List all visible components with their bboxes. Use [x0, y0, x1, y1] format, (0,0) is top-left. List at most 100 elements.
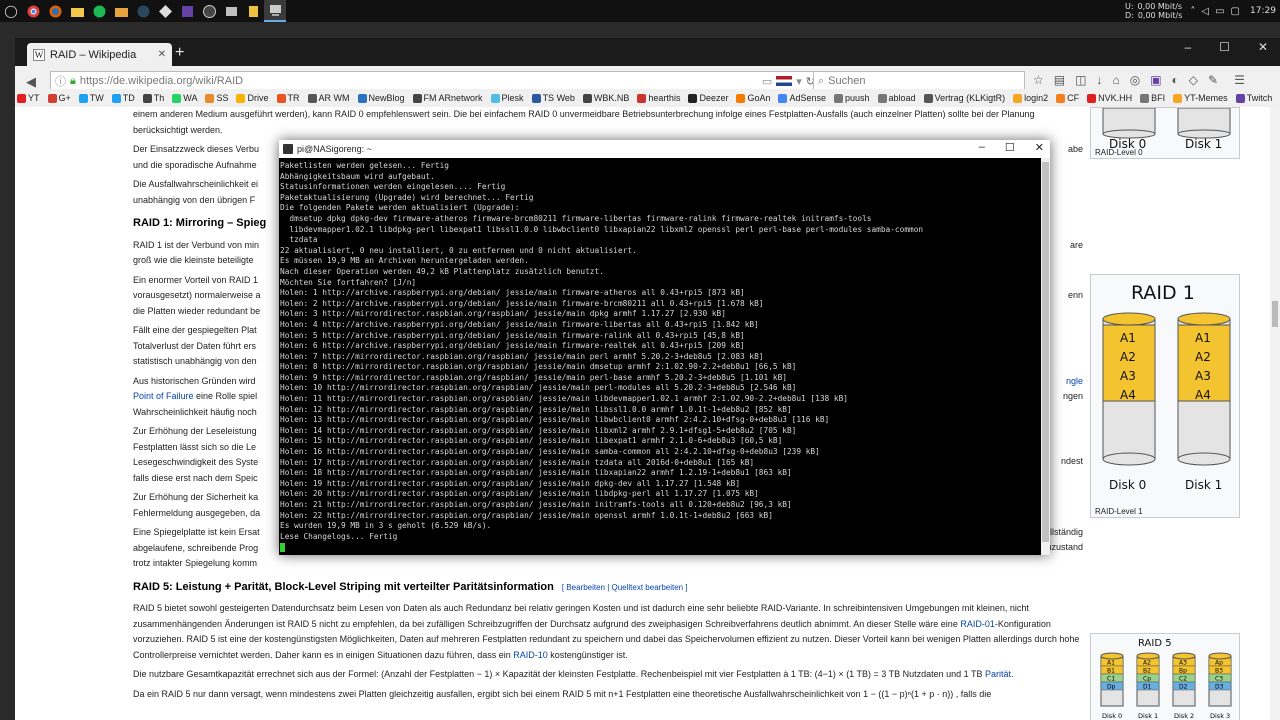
scrollbar-thumb[interactable] [1042, 162, 1049, 542]
obs-icon[interactable] [198, 0, 220, 22]
close-window-button[interactable]: ✕ [1258, 40, 1268, 54]
firefox-icon[interactable] [44, 0, 66, 22]
bookmark-item[interactable]: TS Web [531, 93, 575, 103]
bookmark-item[interactable]: Plesk [490, 93, 524, 103]
spotify-icon[interactable] [88, 0, 110, 22]
dropdown-icon[interactable]: ▾ [796, 75, 802, 88]
bookmark-item[interactable]: AdSense [778, 93, 826, 103]
raid1-figure[interactable]: RAID 1 A1 A2 A3 A4 A1 A2 A3 A4 Disk 0 Di… [1090, 274, 1240, 518]
bookmark-item[interactable]: BFI [1140, 93, 1165, 103]
bookmark-item[interactable]: NVK.HH [1087, 93, 1132, 103]
putty-icon[interactable] [264, 0, 286, 22]
maximize-button[interactable]: ☐ [1219, 40, 1230, 54]
raid0-diagram: Disk 0 Disk 1 [1102, 107, 1231, 151]
download-icon[interactable]: ↓ [1096, 73, 1102, 87]
search-input[interactable] [828, 75, 999, 87]
new-tab-button[interactable]: + [175, 44, 184, 62]
bookmark-item[interactable]: hearthis [637, 93, 680, 103]
clock[interactable]: 17:29 [1246, 6, 1280, 16]
twitch-icon[interactable] [176, 0, 198, 22]
chevron-up-icon[interactable]: ˄ [1190, 6, 1195, 17]
spof-link[interactable]: Point of Failure [133, 391, 194, 401]
bookmark-item[interactable]: Th [142, 93, 164, 103]
unity-icon[interactable] [154, 0, 176, 22]
addon3-icon[interactable]: ◇ [1189, 73, 1198, 87]
raid5-block-label: A1 [1107, 660, 1115, 667]
files-icon[interactable] [242, 0, 264, 22]
bookmark-item[interactable]: YT-Memes [1173, 93, 1228, 103]
tab-raid-wikipedia[interactable]: W RAID – Wikipedia ✕ [27, 43, 172, 66]
minimize-button[interactable]: – [979, 141, 985, 154]
bookmark-item[interactable]: TD [111, 93, 135, 103]
info-icon[interactable]: ⓘ [55, 73, 66, 89]
bookmark-item[interactable]: WBK.NB [582, 93, 629, 103]
terminal-titlebar[interactable]: pi@NASigoreng: ~ – ☐ ✕ [279, 140, 1050, 158]
terminal-line: Statusinformationen werden eingelesen...… [280, 182, 506, 192]
bookmark-label: FM ARnetwork [423, 93, 483, 103]
addon2-icon[interactable]: ◐ [1172, 73, 1179, 87]
putty-terminal-window[interactable]: pi@NASigoreng: ~ – ☐ ✕ Paketlisten werde… [279, 140, 1050, 555]
raid5-disk: A1B1C1Dp Disk 0 [1100, 652, 1124, 720]
terminal-line: Holen: 18 http://mirrordirector.raspbian… [280, 468, 792, 478]
bookmark-item[interactable]: Twitch [1235, 93, 1272, 103]
bookmark-label: AdSense [789, 93, 827, 103]
start-icon[interactable]: ◯ [0, 0, 22, 22]
chrome-icon[interactable] [22, 0, 44, 22]
bookmark-item[interactable]: SS [205, 93, 228, 103]
address-bar[interactable]: ⓘ 🔒︎ https://de.wikipedia.org/wiki/RAID … [50, 71, 820, 91]
url-text[interactable]: https://de.wikipedia.org/wiki/RAID [80, 75, 758, 87]
bookmark-item[interactable]: Drive [236, 93, 269, 103]
menu-icon[interactable]: ☰ [1234, 73, 1245, 87]
close-button[interactable]: ✕ [1035, 141, 1044, 154]
bookmark-item[interactable]: login2 [1013, 93, 1048, 103]
maximize-button[interactable]: ☐ [1005, 141, 1015, 154]
close-tab-icon[interactable]: ✕ [158, 49, 166, 60]
network-icon[interactable]: ▭ [1215, 6, 1224, 17]
folder-icon[interactable] [110, 0, 132, 22]
explorer-icon[interactable] [66, 0, 88, 22]
twitch-addon-icon[interactable]: ▣ [1150, 73, 1161, 87]
raid5-figure[interactable]: RAID 5 A1 B1 C1 Dp Disk 0 A2 B2 Cp D1 Disk 1 A3 Bp C… [1090, 633, 1240, 720]
bookmark-item[interactable]: puush [834, 93, 870, 103]
bookmark-item[interactable]: WA [172, 93, 197, 103]
raid10-link[interactable]: RAID-10 [513, 650, 548, 660]
bookmark-item[interactable]: abload [877, 93, 916, 103]
scrollbar-thumb[interactable] [1272, 301, 1278, 327]
raid1-diagram: RAID 1 A1 A2 A3 A4 A1 A2 A3 A4 Disk 0 Di… [1102, 282, 1231, 492]
bookmark-item[interactable]: AR WM [307, 93, 350, 103]
bookmark-item[interactable]: G+ [47, 93, 71, 103]
reader-view-icon[interactable]: ▭ [762, 75, 772, 88]
pocket-icon[interactable]: ◫ [1075, 73, 1086, 87]
addon4-icon[interactable]: ✎ [1208, 73, 1218, 87]
raid01-link[interactable]: RAID-01 [960, 619, 995, 629]
volume-icon[interactable]: ◁ [1201, 6, 1209, 17]
paritaet-link[interactable]: Parität [985, 669, 1011, 679]
bookmark-item[interactable]: NewBlog [357, 93, 405, 103]
minimize-button[interactable]: – [1184, 40, 1191, 54]
bookmark-item[interactable]: Vertrag (KLKigtR) [923, 93, 1005, 103]
bookmark-favicon-icon [736, 93, 746, 103]
bookmark-item[interactable]: TR [276, 93, 300, 103]
caption: RAID-Level 0 [1095, 148, 1143, 157]
library-icon[interactable]: ▤ [1054, 73, 1065, 87]
page-scrollbar[interactable] [1270, 107, 1280, 720]
media-icon[interactable] [220, 0, 242, 22]
terminal-output[interactable]: Paketlisten werden gelesen... Fertig Abhä… [279, 161, 1041, 555]
raid0-figure[interactable]: Disk 0 Disk 1 RAID-Level 0 [1090, 107, 1240, 159]
bookmark-item[interactable]: TW [78, 93, 104, 103]
bookmark-item[interactable]: FM ARnetwork [412, 93, 483, 103]
bookmark-item[interactable]: GoAn [736, 93, 770, 103]
bookmark-item[interactable]: YT [17, 93, 40, 103]
text: Totalverlust der Daten führt ers [133, 340, 257, 351]
text: eine Rolle spiel [193, 391, 258, 401]
steam-icon[interactable] [132, 0, 154, 22]
home-icon[interactable]: ⌂ [1112, 73, 1119, 87]
search-bar[interactable]: ⌕ [813, 71, 1025, 91]
edit-section-link[interactable]: [ Bearbeiten | Quelltext bearbeiten ] [562, 583, 688, 592]
bookmark-item[interactable]: CF [1056, 93, 1079, 103]
bookmark-star-icon[interactable]: ☆ [1033, 73, 1044, 87]
notification-icon[interactable]: ▢ [1231, 6, 1240, 17]
addon-icon[interactable]: ◎ [1130, 73, 1140, 87]
terminal-scrollbar[interactable] [1041, 158, 1050, 555]
bookmark-item[interactable]: Deezer [688, 93, 728, 103]
